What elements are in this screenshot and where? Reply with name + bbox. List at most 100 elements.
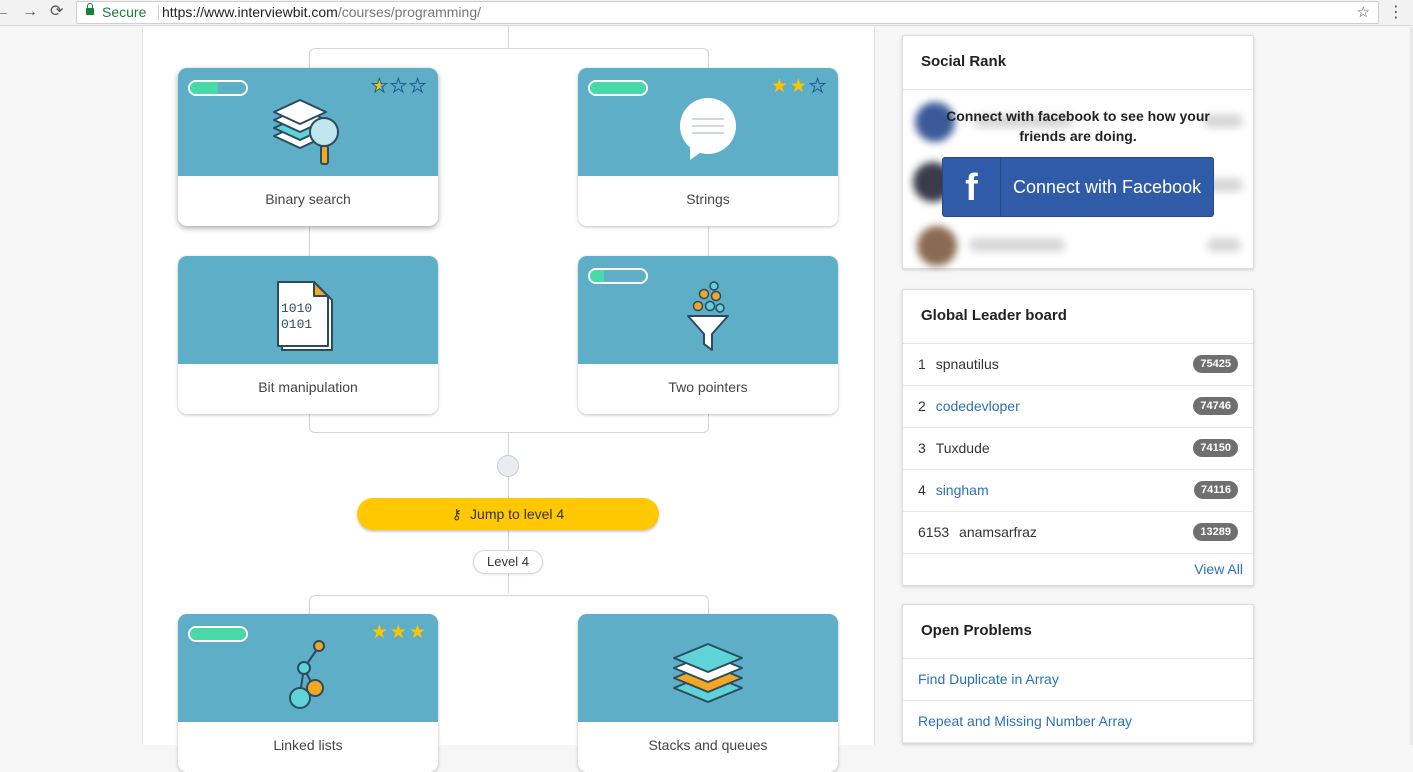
stack-search-icon	[273, 99, 339, 165]
back-arrow-icon[interactable]: ←	[0, 3, 10, 21]
topic-card-two-pointers[interactable]: Two pointers	[578, 256, 838, 414]
connector-bracket-bottom	[309, 413, 709, 433]
layers-icon	[673, 643, 743, 703]
score-badge: 75425	[1193, 355, 1238, 373]
star-empty-icon: ★	[408, 76, 428, 98]
problem-link[interactable]: Repeat and Missing Number Array	[903, 701, 1253, 743]
connector-line	[309, 227, 310, 257]
user-avatar-icon	[497, 455, 519, 477]
leaderboard-row: 4 singham 74116	[903, 470, 1253, 512]
card-header	[578, 256, 838, 364]
card-header: 1010 0101	[178, 256, 438, 364]
connector-line	[708, 227, 709, 257]
score-badge: 74150	[1193, 439, 1238, 457]
jump-to-level-button[interactable]: ⚷ Jump to level 4	[357, 498, 659, 530]
facebook-button-label: Connect with Facebook	[1013, 177, 1202, 197]
leaderboard-panel: Global Leader board 1 spnautilus 75425 2…	[902, 289, 1254, 586]
topic-label: Two pointers	[668, 379, 748, 395]
star-half-icon: ★	[370, 76, 390, 98]
blurred-name	[969, 238, 1065, 252]
user-name: spnautilus	[935, 356, 999, 372]
browser-menu-icon[interactable]: ⋮	[1388, 2, 1404, 22]
jump-button-label: Jump to level 4	[470, 506, 565, 522]
progress-bar	[588, 268, 648, 284]
topic-label: Binary search	[265, 191, 351, 207]
url-text: https://www.interviewbit.com/courses/pro…	[162, 2, 481, 23]
user-name: anamsarfraz	[959, 524, 1037, 540]
reload-icon[interactable]: ⟳	[50, 3, 63, 21]
topic-card-strings[interactable]: ★★★ Strings	[578, 68, 838, 226]
browser-toolbar: ← → ⟳ Secure https://www.interviewbit.co…	[0, 0, 1413, 26]
connector-bracket-top	[309, 48, 709, 68]
user-name: Tuxdude	[935, 440, 990, 456]
connector-line	[508, 27, 509, 49]
url-host: https://www.interviewbit.com	[162, 4, 338, 20]
leaderboard-row: 3 Tuxdude 74150	[903, 428, 1253, 470]
rank: 2	[918, 398, 926, 414]
progress-bar	[188, 626, 248, 642]
bookmark-star-icon[interactable]: ☆	[1357, 2, 1370, 23]
topic-label: Linked lists	[273, 737, 343, 753]
blurred-score	[1207, 238, 1241, 252]
topic-label: Strings	[686, 191, 730, 207]
star-rating: ★★★	[371, 622, 428, 644]
star-full-icon: ★	[408, 622, 428, 643]
panel-title: Social Rank	[903, 36, 1253, 90]
secure-label: Secure	[102, 4, 147, 20]
user-link[interactable]: codedevloper	[936, 398, 1020, 414]
star-full-icon: ★	[770, 76, 790, 97]
connector-bracket-level4	[309, 595, 709, 615]
url-separator	[158, 5, 159, 20]
user-link[interactable]: singham	[936, 482, 989, 498]
panel-title: Global Leader board	[903, 290, 1253, 344]
topic-card-binary-search[interactable]: ★★★ Binary search	[178, 68, 438, 226]
topic-card-linked-lists[interactable]: ★★★ Linked lists	[178, 614, 438, 772]
star-rating: ★★★	[370, 76, 428, 98]
star-full-icon: ★	[389, 622, 409, 643]
forward-arrow-icon[interactable]: →	[22, 3, 38, 21]
progress-bar	[588, 80, 648, 96]
topic-card-stacks-and-queues[interactable]: Stacks and queues	[578, 614, 838, 772]
svg-text:1010: 1010	[281, 301, 312, 316]
funnel-icon	[687, 281, 729, 351]
star-empty-icon: ★	[808, 76, 828, 98]
star-rating: ★★★	[771, 76, 828, 98]
card-header: ★★★	[178, 614, 438, 722]
leaderboard-row: 1 spnautilus 75425	[903, 344, 1253, 386]
progress-bar	[188, 80, 248, 96]
binary-document-icon: 1010 0101	[277, 281, 333, 351]
score-badge: 74116	[1194, 481, 1238, 499]
social-rank-panel: Social Rank Connect with facebook to see…	[902, 35, 1254, 269]
score-badge: 74746	[1193, 397, 1238, 415]
lock-icon	[86, 3, 94, 15]
panel-title: Open Problems	[903, 605, 1253, 659]
blurred-avatar	[917, 226, 957, 266]
rank: 3	[918, 440, 926, 456]
level-label: Level 4	[473, 550, 543, 574]
key-icon: ⚷	[451, 506, 463, 522]
open-problems-panel: Open Problems Find Duplicate in Array Re…	[902, 604, 1254, 744]
page-content: ★★★ Binary search ★★★ Strings 1010 0101 …	[0, 27, 1413, 772]
view-all-link[interactable]: View All	[903, 554, 1253, 585]
svg-text:0101: 0101	[281, 317, 312, 332]
social-rank-body: Connect with facebook to see how your fr…	[903, 90, 1253, 270]
problem-link[interactable]: Find Duplicate in Array	[903, 659, 1253, 701]
star-full-icon: ★	[370, 622, 390, 643]
topic-label: Stacks and queues	[648, 737, 768, 753]
leaderboard-row: 2 codedevloper 74746	[903, 386, 1253, 428]
topic-label: Bit manipulation	[258, 379, 358, 395]
speech-bubble-icon	[680, 98, 736, 160]
connect-facebook-button[interactable]: f Connect with Facebook	[942, 157, 1214, 217]
rank: 4	[918, 482, 926, 498]
score-badge: 13289	[1193, 523, 1238, 541]
star-full-icon: ★	[789, 76, 809, 97]
url-path: /courses/programming/	[337, 4, 482, 20]
rank: 6153	[918, 524, 950, 540]
linked-nodes-icon	[289, 640, 325, 709]
card-header	[578, 614, 838, 722]
facebook-prompt: Connect with facebook to see how your fr…	[946, 108, 1210, 144]
card-header: ★★★	[178, 68, 438, 176]
star-empty-icon: ★	[389, 76, 409, 98]
topic-card-bit-manipulation[interactable]: 1010 0101 Bit manipulation	[178, 256, 438, 414]
address-bar[interactable]: Secure https://www.interviewbit.com/cour…	[76, 1, 1379, 24]
